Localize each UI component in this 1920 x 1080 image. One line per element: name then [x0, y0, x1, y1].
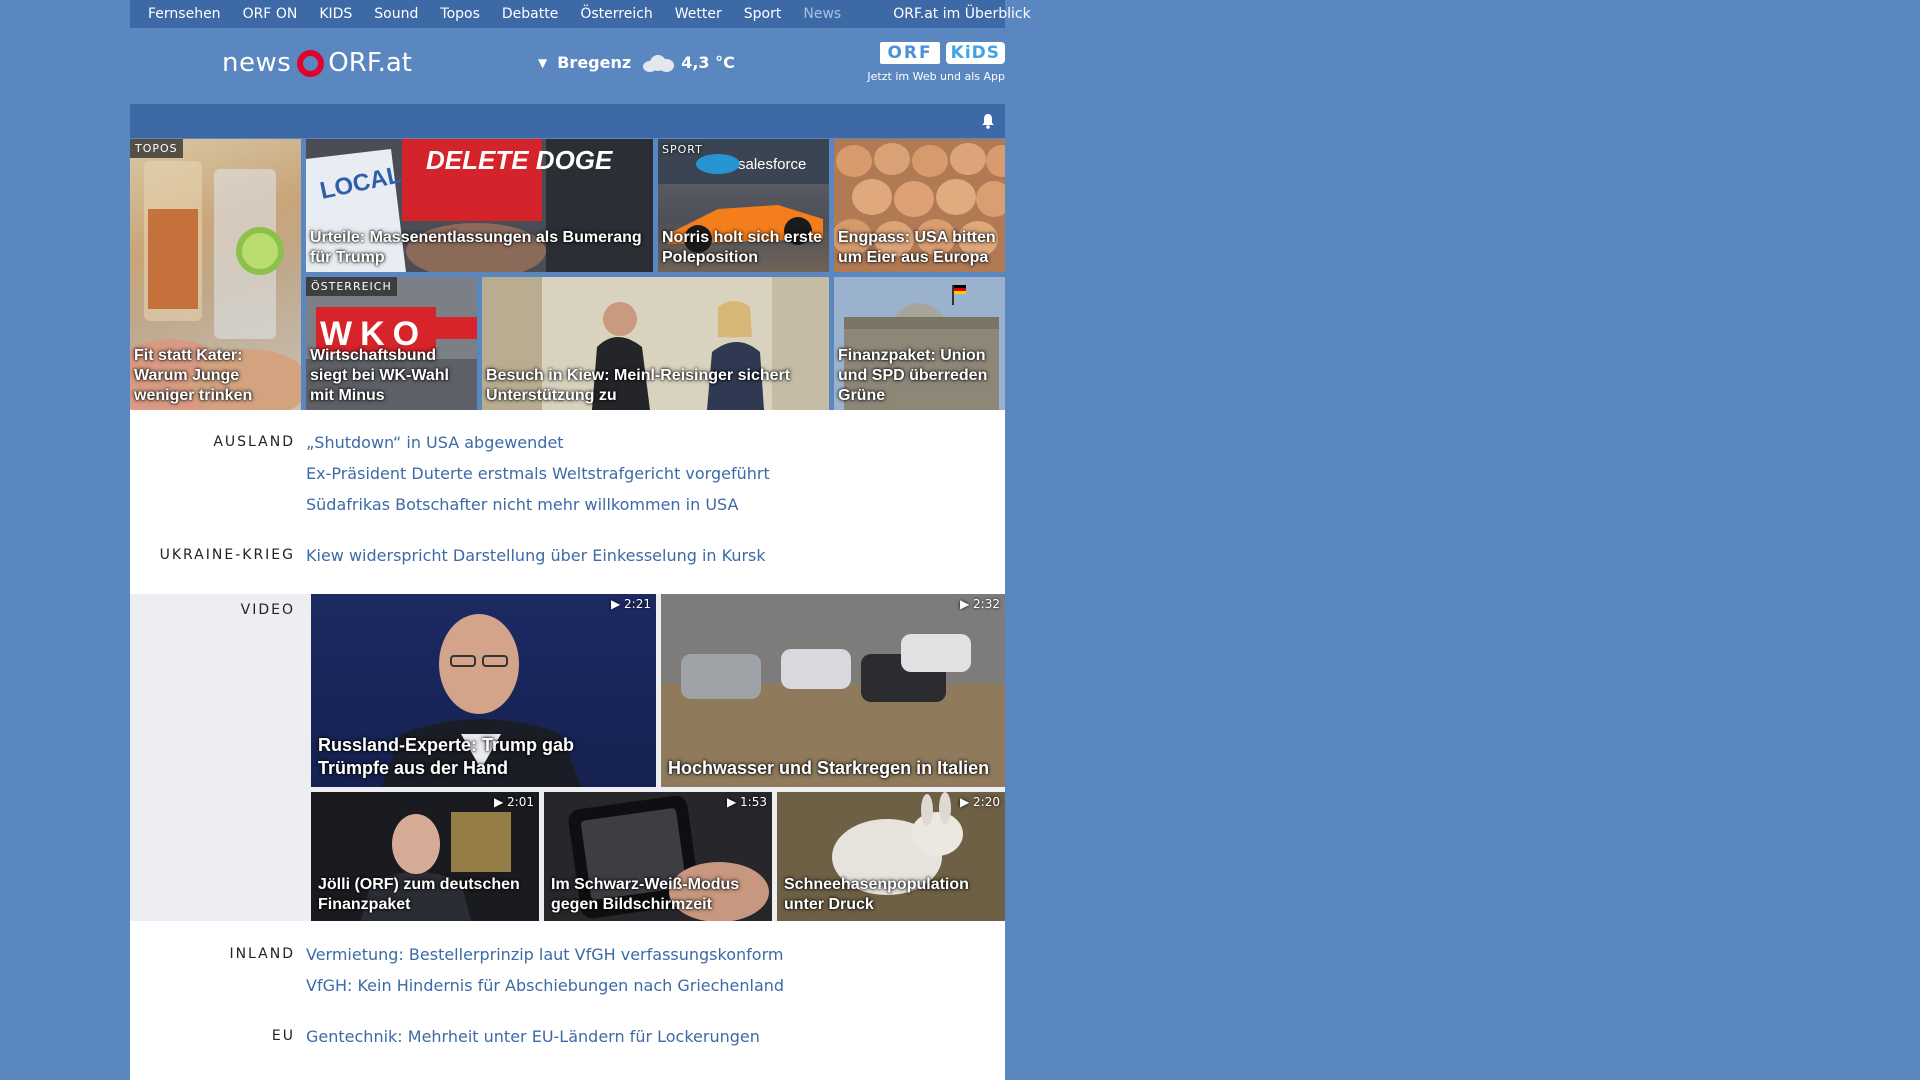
video-tile[interactable]: ▶ 2:01 Jölli (ORF) zum deutschen Finanzp… [311, 792, 539, 921]
video-caption: Russland-Experte: Trump gab Trümpfe aus … [318, 735, 575, 778]
dropdown-triangle-icon: ▼ [538, 55, 548, 70]
weather-temperature: 4,3 °C [681, 53, 735, 72]
nav-orf-on[interactable]: ORF ON [243, 6, 298, 22]
news-link[interactable]: VfGH: Kein Hindernis für Abschiebungen n… [306, 975, 784, 1006]
weather-city: Bregenz [557, 53, 632, 72]
news-link[interactable]: Vermietung: Bestellerprinzip laut VfGH v… [306, 944, 784, 975]
page: Fernsehen ORF ON KIDS Sound Topos Debatt… [130, 0, 1031, 1080]
video-caption: Jölli (ORF) zum deutschen Finanzpaket [318, 876, 520, 913]
nav-kids[interactable]: KIDS [319, 6, 352, 22]
nav-topos[interactable]: Topos [440, 6, 479, 22]
orf-badge: ORF [880, 42, 940, 64]
news-orf-logo[interactable]: news ORF.at [222, 48, 412, 78]
video-duration: ▶ 2:20 [960, 795, 1000, 809]
teaser-caption: Fit statt Kater: Warum Junge weniger tri… [134, 347, 253, 404]
nav-debatte[interactable]: Debatte [502, 6, 558, 22]
teaser-caption: Finanzpaket: Union und SPD überreden Grü… [838, 347, 988, 404]
news-link[interactable]: Gentechnik: Mehrheit unter EU-Ländern fü… [306, 1026, 760, 1057]
duration-text: 2:21 [624, 597, 651, 611]
news-link[interactable]: Südafrikas Botschafter nicht mehr willko… [306, 494, 770, 525]
orf-kids-promo[interactable]: ORF KiDS Jetzt im Web und als App [866, 42, 1005, 83]
tag-topos: TOPOS [130, 139, 183, 158]
orf-ring-icon [297, 49, 325, 77]
nav-sound[interactable]: Sound [374, 6, 418, 22]
news-link[interactable]: Ex-Präsident Duterte erstmals Weltstrafg… [306, 463, 770, 494]
section-label: UKRAINE-KRIEG [159, 547, 295, 563]
tag-oesterreich: ÖSTERREICH [306, 277, 397, 296]
teaser-topos[interactable]: TOPOS Fit statt Kater: Warum Junge wenig… [130, 139, 301, 410]
weather-widget[interactable]: ▼ Bregenz 4,3 °C [538, 53, 735, 72]
video-tile[interactable]: ▶ 2:21 Russland-Experte: Trump gab Trümp… [311, 594, 656, 787]
nav-sport[interactable]: Sport [744, 6, 782, 22]
teaser-finanzpaket[interactable]: Finanzpaket: Union und SPD überreden Grü… [834, 277, 1005, 410]
top-navigation: Fernsehen ORF ON KIDS Sound Topos Debatt… [130, 0, 1031, 28]
teaser-kiew[interactable]: Besuch in Kiew: Meinl-Reisinger sichert … [482, 277, 829, 410]
nav-overview[interactable]: ORF.at im Überblick [893, 6, 1030, 22]
video-duration: ▶ 2:32 [960, 597, 1000, 611]
duration-text: 2:01 [507, 795, 534, 809]
video-caption: Im Schwarz-Weiß-Modus gegen Bildschirmze… [551, 876, 740, 913]
kids-badge: KiDS [945, 42, 1005, 64]
teaser-wko[interactable]: WKO ÖSTERREICH Wirtschaftsbund siegt bei… [306, 277, 477, 410]
nav-wetter[interactable]: Wetter [675, 6, 722, 22]
section-label: EU [271, 1028, 295, 1044]
teaser-sport[interactable]: salesforce SPORT Norris holt sich erste … [658, 139, 829, 272]
news-link[interactable]: „Shutdown“ in USA abgewendet [306, 432, 770, 463]
duration-text: 1:53 [740, 795, 767, 809]
teaser-caption: Engpass: USA bitten um Eier aus Europa [838, 229, 996, 266]
teaser-caption: Urteile: Massenentlassungen als Bumerang… [310, 229, 642, 266]
video-tile[interactable]: ▶ 1:53 Im Schwarz-Weiß-Modus gegen Bilds… [544, 792, 772, 921]
section-label: VIDEO [240, 602, 295, 618]
video-duration: ▶ 2:21 [611, 597, 651, 611]
logo-news-text: news [222, 48, 292, 78]
salesforce-sign-text: salesforce [738, 156, 806, 173]
site-header: news ORF.at ▼ Bregenz 4,3 °C ORF KiDS Je… [130, 28, 1005, 104]
kids-subtitle: Jetzt im Web und als App [867, 70, 1005, 83]
section-label: AUSLAND [213, 434, 295, 450]
delete-doge-text: DELETE DOGE [426, 145, 613, 175]
nav-fernsehen[interactable]: Fernsehen [148, 6, 221, 22]
tag-sport: SPORT [662, 143, 703, 156]
logo-orf-text: ORF.at [328, 48, 412, 78]
news-link[interactable]: Kiew widerspricht Darstellung über Einke… [306, 545, 766, 576]
teaser-caption: Besuch in Kiew: Meinl-Reisinger sichert … [486, 367, 791, 404]
notification-bar [130, 104, 1005, 138]
video-caption: Hochwasser und Starkregen in Italien [668, 758, 990, 778]
video-tile[interactable]: ▶ 2:32 Hochwasser und Starkregen in Ital… [661, 594, 1005, 787]
teaser-caption: Wirtschaftsbund siegt bei WK-Wahl mit Mi… [310, 347, 449, 404]
video-duration: ▶ 1:53 [727, 795, 767, 809]
video-duration: ▶ 2:01 [494, 795, 534, 809]
nav-oesterreich[interactable]: Österreich [580, 6, 652, 22]
section-label: INLAND [229, 946, 295, 962]
duration-text: 2:20 [973, 795, 1000, 809]
teaser-doge[interactable]: DELETE DOGE LOCAL Urteile: Massenentlass… [306, 139, 653, 272]
bell-icon[interactable] [981, 113, 995, 129]
teaser-eggs[interactable]: Engpass: USA bitten um Eier aus Europa [834, 139, 1005, 272]
section-video: VIDEO ▶ 2:21 Russland-Experte: Trump gab… [130, 594, 1005, 921]
nav-news[interactable]: News [803, 6, 841, 22]
video-tile[interactable]: ▶ 2:20 Schneehasenpopulation unter Druck [777, 792, 1005, 921]
cloud-icon [641, 54, 675, 72]
duration-text: 2:32 [973, 597, 1000, 611]
video-caption: Schneehasenpopulation unter Druck [784, 876, 969, 913]
teaser-caption: Norris holt sich erste Poleposition [662, 229, 823, 266]
